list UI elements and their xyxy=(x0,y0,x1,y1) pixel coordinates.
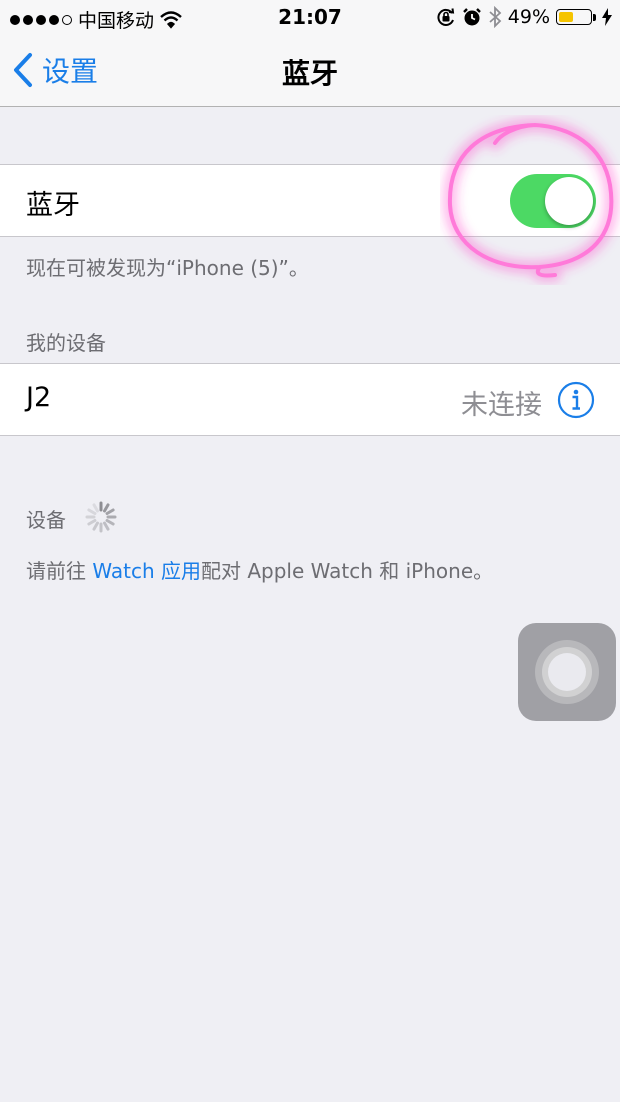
battery-percent: 49% xyxy=(507,6,550,28)
navigation-bar: 设置 蓝牙 xyxy=(0,36,620,107)
status-right: 49% xyxy=(436,6,612,28)
toggle-knob xyxy=(545,177,593,225)
battery-icon xyxy=(556,9,592,25)
hint-prefix: 请前往 xyxy=(26,559,93,583)
device-row[interactable]: J2 未连接 xyxy=(0,363,620,436)
battery-fill xyxy=(559,12,573,22)
battery-tip xyxy=(593,13,596,21)
pairing-hint: 请前往 Watch 应用配对 Apple Watch 和 iPhone。 xyxy=(26,555,493,584)
bluetooth-icon xyxy=(489,6,502,28)
hint-suffix: 配对 Apple Watch 和 iPhone。 xyxy=(200,559,494,583)
info-icon[interactable] xyxy=(557,381,595,419)
device-name: J2 xyxy=(26,382,52,413)
watch-app-link[interactable]: Watch 应用 xyxy=(92,559,201,583)
devices-header: 设备 xyxy=(26,508,66,532)
page-title: 蓝牙 xyxy=(281,57,338,90)
bluetooth-label: 蓝牙 xyxy=(26,190,80,221)
assistive-touch-core xyxy=(548,653,586,691)
device-status: 未连接 xyxy=(461,390,542,421)
bluetooth-toggle-cell: 蓝牙 xyxy=(0,164,620,237)
discoverable-note: 现在可被发现为“iPhone (5)”。 xyxy=(26,256,309,280)
alarm-icon xyxy=(462,8,481,26)
my-devices-header: 我的设备 xyxy=(26,331,106,355)
loading-spinner-icon xyxy=(85,501,117,533)
assistive-touch-button[interactable] xyxy=(518,623,616,721)
status-bar: 中国移动 21:07 49% xyxy=(0,0,620,36)
bluetooth-toggle[interactable] xyxy=(510,174,596,228)
orientation-lock-icon xyxy=(437,8,454,26)
charging-bolt-icon xyxy=(602,8,612,26)
